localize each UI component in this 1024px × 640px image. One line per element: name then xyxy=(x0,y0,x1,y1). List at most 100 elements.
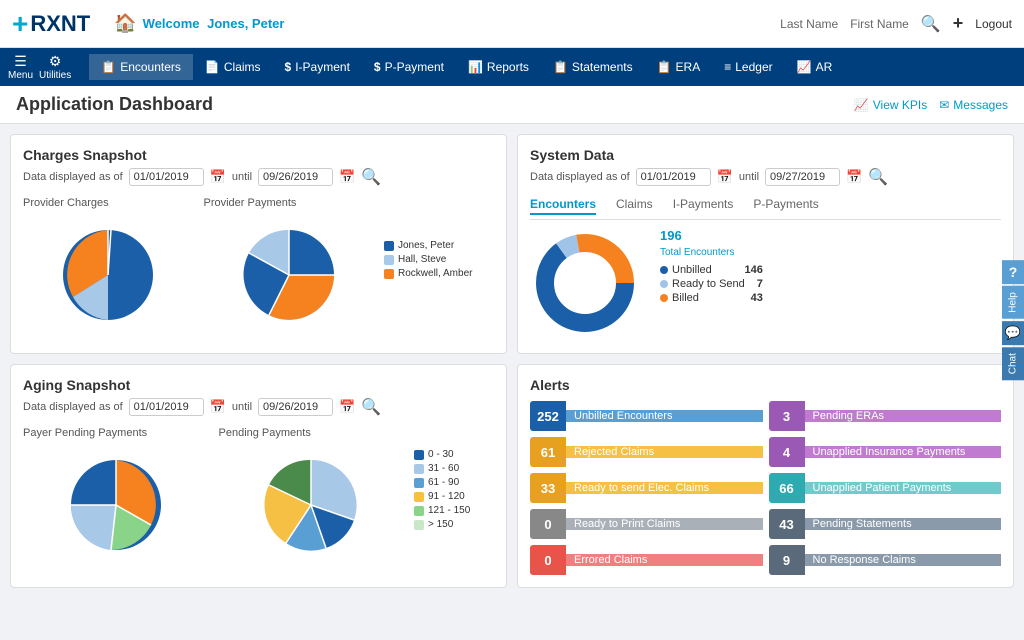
nav-reports[interactable]: 📊 Reports xyxy=(456,54,541,80)
aging-charts-row: Payer Pending Payments Pending Payments xyxy=(23,427,494,555)
utilities-label: Utilities xyxy=(39,70,71,81)
alert-num-unapplied-insurance: 4 xyxy=(769,437,805,467)
legend-dot-91-120 xyxy=(414,492,424,502)
nav-encounters[interactable]: 📋 Encounters xyxy=(89,54,193,80)
add-icon[interactable]: + xyxy=(953,13,964,34)
legend-0-30: 0 - 30 xyxy=(414,449,494,460)
charges-from-date[interactable] xyxy=(129,168,204,186)
aging-legend: 0 - 30 31 - 60 61 - 90 91 - 120 121 - 15… xyxy=(414,449,494,533)
aging-from-cal-icon[interactable]: 📅 xyxy=(210,399,226,415)
nav-ar[interactable]: 📈 AR xyxy=(785,54,845,80)
first-name-label: First Name xyxy=(850,17,909,31)
alert-unapplied-patient[interactable]: 66 Unapplied Patient Payments xyxy=(769,473,1002,503)
search-icon[interactable]: 🔍 xyxy=(921,14,941,34)
system-data-panel: System Data Data displayed as of 📅 until… xyxy=(517,134,1014,354)
ar-icon: 📈 xyxy=(797,60,812,74)
page-actions: 📈 View KPIs ✉ Messages xyxy=(854,98,1008,112)
page-title: Application Dashboard xyxy=(16,94,213,115)
provider-charges-pie xyxy=(48,215,168,325)
legend-item-jones: Jones, Peter xyxy=(384,240,494,251)
system-from-date[interactable] xyxy=(636,168,711,186)
system-to-date[interactable] xyxy=(765,168,840,186)
top-bar: + RXNT 🏠 Welcome Jones, Peter Last Name … xyxy=(0,0,1024,48)
alert-ready-print-claims[interactable]: 0 Ready to Print Claims xyxy=(530,509,763,539)
view-kpis-button[interactable]: 📈 View KPIs xyxy=(854,98,927,112)
legend-31-60: 31 - 60 xyxy=(414,463,494,474)
charges-snapshot-title: Charges Snapshot xyxy=(23,147,494,163)
aging-date-label: Data displayed as of xyxy=(23,401,123,413)
charges-to-cal-icon[interactable]: 📅 xyxy=(339,169,355,185)
charges-to-date[interactable] xyxy=(258,168,333,186)
aging-from-date[interactable] xyxy=(129,398,204,416)
payer-pending-pie xyxy=(56,445,176,555)
alert-no-response-claims[interactable]: 9 No Response Claims xyxy=(769,545,1002,575)
alert-num-unapplied-patient: 66 xyxy=(769,473,805,503)
legend-label-31-60: 31 - 60 xyxy=(428,463,459,474)
legend-dot-jones xyxy=(384,241,394,251)
tab-ppayments[interactable]: P-Payments xyxy=(753,197,818,215)
legend-61-90: 61 - 90 xyxy=(414,477,494,488)
logout-button[interactable]: Logout xyxy=(975,17,1012,31)
menu-button[interactable]: ☰ Menu xyxy=(8,53,33,81)
side-help-panel: ? Help 💬 Chat xyxy=(1002,260,1024,380)
tab-ipayments[interactable]: I-Payments xyxy=(673,197,734,215)
alert-unapplied-insurance[interactable]: 4 Unapplied Insurance Payments xyxy=(769,437,1002,467)
legend-121-150: 121 - 150 xyxy=(414,505,494,516)
system-from-cal-icon[interactable]: 📅 xyxy=(717,169,733,185)
legend-label-121-150: 121 - 150 xyxy=(428,505,470,516)
alert-num-pending-eras: 3 xyxy=(769,401,805,431)
nav-ipayment[interactable]: $ I-Payment xyxy=(273,54,362,80)
help-question-button[interactable]: ? xyxy=(1002,260,1024,284)
stat-label-ready: Ready to Send xyxy=(672,278,745,290)
alert-num-pending-statements: 43 xyxy=(769,509,805,539)
ppayment-icon: $ xyxy=(374,60,381,74)
legend-label-rockwell: Rockwell, Amber xyxy=(398,268,472,279)
charges-search-button[interactable]: 🔍 xyxy=(361,167,381,187)
provider-payments-label: Provider Payments xyxy=(204,197,297,209)
system-date-label: Data displayed as of xyxy=(530,171,630,183)
alert-unbilled-encounters[interactable]: 252 Unbilled Encounters xyxy=(530,401,763,431)
alert-ready-elec-claims[interactable]: 33 Ready to send Elec. Claims xyxy=(530,473,763,503)
alert-pending-statements[interactable]: 43 Pending Statements xyxy=(769,509,1002,539)
nav-ppayment[interactable]: $ P-Payment xyxy=(362,54,456,80)
reports-icon: 📊 xyxy=(468,60,483,74)
aging-to-cal-icon[interactable]: 📅 xyxy=(339,399,355,415)
provider-payments-pie xyxy=(229,215,349,325)
charges-from-cal-icon[interactable]: 📅 xyxy=(210,169,226,185)
view-kpis-label: View KPIs xyxy=(873,98,927,112)
system-to-cal-icon[interactable]: 📅 xyxy=(846,169,862,185)
legend-dot-31-60 xyxy=(414,464,424,474)
tab-claims[interactable]: Claims xyxy=(616,197,653,215)
alert-num-rejected-claims: 61 xyxy=(530,437,566,467)
charges-legend: Jones, Peter Hall, Steve Rockwell, Amber xyxy=(384,240,494,282)
legend-label-61-90: 61 - 90 xyxy=(428,477,459,488)
aging-date-row: Data displayed as of 📅 until 📅 🔍 xyxy=(23,397,494,417)
nav-statements[interactable]: 📋 Statements xyxy=(541,54,645,80)
legend-dot-121-150 xyxy=(414,506,424,516)
nav-claims[interactable]: 📄 Claims xyxy=(193,54,273,80)
welcome-label: Welcome Jones, Peter xyxy=(143,16,285,31)
alert-errored-claims[interactable]: 0 Errored Claims xyxy=(530,545,763,575)
messages-button[interactable]: ✉ Messages xyxy=(939,98,1008,112)
nav-era[interactable]: 📋 ERA xyxy=(645,54,713,80)
alert-pending-eras[interactable]: 3 Pending ERAs xyxy=(769,401,1002,431)
chat-button[interactable]: Chat xyxy=(1002,347,1024,380)
aging-to-date[interactable] xyxy=(258,398,333,416)
nav-ledger[interactable]: ≡ Ledger xyxy=(712,54,784,80)
alerts-right-column: 3 Pending ERAs 4 Unapplied Insurance Pay… xyxy=(769,401,1002,575)
provider-charges-label: Provider Charges xyxy=(23,197,109,209)
system-search-button[interactable]: 🔍 xyxy=(868,167,888,187)
stat-label-unbilled: Unbilled xyxy=(672,264,712,276)
encounters-donut-chart xyxy=(530,228,640,341)
stat-billed: Billed 43 xyxy=(660,292,763,304)
help-button[interactable]: Help xyxy=(1002,286,1024,319)
alerts-panel: Alerts 252 Unbilled Encounters 61 Reject… xyxy=(517,364,1014,588)
statements-icon: 📋 xyxy=(553,60,568,74)
utilities-button[interactable]: ⚙ Utilities xyxy=(39,53,71,81)
legend-dot-gt-150 xyxy=(414,520,424,530)
legend-label-0-30: 0 - 30 xyxy=(428,449,454,460)
tab-encounters[interactable]: Encounters xyxy=(530,197,596,215)
aging-search-button[interactable]: 🔍 xyxy=(361,397,381,417)
alert-rejected-claims[interactable]: 61 Rejected Claims xyxy=(530,437,763,467)
logo-plus-icon: + xyxy=(12,8,28,40)
